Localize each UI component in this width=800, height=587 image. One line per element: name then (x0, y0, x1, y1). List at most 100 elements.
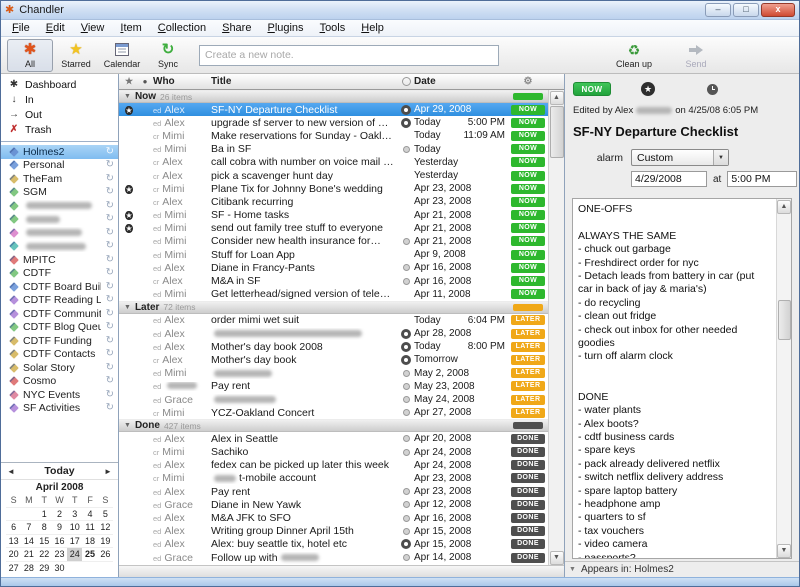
sidebar-collection-item[interactable]: ↻ (1, 213, 118, 227)
row-triage-cell[interactable]: DONE (508, 513, 548, 523)
row-triage-cell[interactable]: DONE (508, 473, 548, 483)
collection-sync-icon[interactable]: ↻ (106, 336, 114, 346)
calendar-day-cell[interactable]: 6 (6, 520, 21, 534)
table-row[interactable]: edAlexWriting group Dinner April 15thApr… (119, 525, 548, 538)
expand-triangle-icon[interactable]: ▼ (569, 566, 576, 573)
calendar-day-cell[interactable]: 4 (82, 507, 97, 521)
row-triage-cell[interactable]: NOW (508, 236, 548, 246)
row-triage-cell[interactable]: LATER (508, 395, 548, 405)
collection-sync-icon[interactable]: ↻ (106, 174, 114, 184)
calendar-day-cell[interactable]: 19 (98, 534, 113, 548)
sidebar-collection-item[interactable]: MPITC↻ (1, 253, 118, 267)
calendar-day-cell[interactable]: 25 (82, 547, 97, 561)
table-row[interactable]: ★crMimiPlane Tix for Johnny Bone's weddi… (119, 182, 548, 195)
collection-sync-icon[interactable]: ↻ (106, 160, 114, 170)
row-triage-cell[interactable]: NOW (508, 197, 548, 207)
star-column-header-icon[interactable]: ★ (119, 76, 139, 87)
notes-scroll-up-icon[interactable]: ▲ (777, 200, 791, 214)
sidebar-collection-item[interactable]: SGM↻ (1, 186, 118, 200)
menu-item-share[interactable]: Share (214, 21, 259, 35)
row-star-cell[interactable]: ★ (119, 222, 139, 234)
row-triage-cell[interactable]: NOW (508, 184, 548, 194)
menu-item-item[interactable]: Item (112, 21, 149, 35)
row-triage-cell[interactable]: LATER (508, 408, 548, 418)
row-triage-cell[interactable]: DONE (508, 447, 548, 457)
calendar-day-cell[interactable]: 7 (21, 520, 36, 534)
sidebar-collection-item[interactable]: CDTF Contacts↻ (1, 348, 118, 362)
calendar-next-icon[interactable]: ► (98, 467, 118, 476)
sidebar-collection-item[interactable]: Solar Story↻ (1, 361, 118, 375)
collection-sync-icon[interactable]: ↻ (106, 241, 114, 251)
table-row[interactable]: crMimiMake reservations for Sunday - Oak… (119, 129, 548, 142)
collection-sync-icon[interactable]: ↻ (106, 201, 114, 211)
sidebar-collection-item[interactable]: CDTF↻ (1, 267, 118, 281)
collection-sync-icon[interactable]: ↻ (106, 322, 114, 332)
item-title[interactable]: SF-NY Departure Checklist (565, 116, 799, 139)
calendar-day-cell[interactable]: 20 (6, 547, 21, 561)
notes-scrollbar[interactable]: ▲ ▼ (776, 199, 791, 558)
calendar-day-cell[interactable]: 22 (37, 547, 52, 561)
alarm-time-field[interactable] (727, 171, 797, 187)
row-triage-cell[interactable]: LATER (508, 315, 548, 325)
menu-item-file[interactable]: File (4, 21, 38, 35)
table-row[interactable]: edAlexupgrade sf server to new version o… (119, 116, 548, 129)
collection-sync-icon[interactable]: ↻ (106, 255, 114, 265)
calendar-button[interactable]: Calendar (99, 39, 145, 72)
row-triage-cell[interactable]: NOW (508, 250, 548, 260)
table-row[interactable]: edMimiConsider new health insurance forA… (119, 235, 548, 248)
sidebar-item-trash[interactable]: ✗ Trash (1, 122, 118, 137)
row-star-cell[interactable]: ★ (119, 104, 139, 116)
row-triage-cell[interactable]: NOW (508, 171, 548, 181)
collection-sync-icon[interactable]: ↻ (106, 268, 114, 278)
row-triage-cell[interactable]: LATER (508, 381, 548, 391)
calendar-day-cell[interactable]: 27 (6, 561, 21, 575)
calendar-day-cell[interactable]: 21 (21, 547, 36, 561)
calendar-day-cell[interactable]: 8 (37, 520, 52, 534)
calendar-day-cell[interactable]: 15 (37, 534, 52, 548)
table-row[interactable]: crAlexpick a scavenger hunt dayYesterday… (119, 169, 548, 182)
row-star-cell[interactable]: ★ (119, 183, 139, 195)
new-note-input[interactable] (199, 45, 499, 66)
maximize-button[interactable]: □ (733, 3, 759, 17)
row-triage-cell[interactable]: DONE (508, 553, 548, 563)
row-triage-cell[interactable]: NOW (508, 131, 548, 141)
row-triage-cell[interactable]: NOW (508, 289, 548, 299)
starred-button[interactable]: ★ Starred (53, 39, 99, 72)
sidebar-collection-item[interactable]: TheFam↻ (1, 172, 118, 186)
table-row[interactable]: ★edAlexSF-NY Departure ChecklistApr 29, … (119, 103, 548, 116)
table-row[interactable]: edMimiStuff for Loan AppApr 9, 2008NOW (119, 248, 548, 261)
calendar-day-cell[interactable]: 18 (82, 534, 97, 548)
menu-item-view[interactable]: View (73, 21, 113, 35)
row-triage-cell[interactable]: NOW (508, 210, 548, 220)
calendar-day-cell[interactable]: 11 (82, 520, 97, 534)
table-row[interactable]: crMimit-mobile accountApr 23, 2008DONE (119, 472, 548, 485)
sidebar-collection-item[interactable]: ↻ (1, 226, 118, 240)
calendar-day-cell[interactable]: 23 (52, 547, 67, 561)
sidebar-collection-item[interactable]: SF Activities↻ (1, 402, 118, 416)
scrollbar-thumb[interactable] (550, 106, 564, 158)
collection-sync-icon[interactable]: ↻ (106, 403, 114, 413)
row-triage-cell[interactable]: NOW (508, 118, 548, 128)
calendar-day-cell[interactable]: 14 (21, 534, 36, 548)
row-triage-cell[interactable]: NOW (508, 263, 548, 273)
calendar-day-cell[interactable]: 17 (67, 534, 82, 548)
table-row[interactable]: edAlexAlex: buy seattle tix, hotel etcAp… (119, 538, 548, 551)
calendar-day-cell[interactable]: 10 (67, 520, 82, 534)
sidebar-collection-item[interactable]: CDTF Community↻ (1, 307, 118, 321)
table-row[interactable]: edAlexPay rentApr 23, 2008DONE (119, 485, 548, 498)
notes-scrollbar-thumb[interactable] (778, 300, 791, 340)
table-row[interactable]: edAlexorder mimi wet suitToday6:04 PMLAT… (119, 314, 548, 327)
sidebar-item-out[interactable]: → Out (1, 107, 118, 122)
table-row[interactable]: edMimiBa in SFTodayNOW (119, 143, 548, 156)
table-row[interactable]: edMimiMay 2, 2008LATER (119, 367, 548, 380)
table-row[interactable]: edAlexDiane in Francy-PantsApr 16, 2008N… (119, 261, 548, 274)
sidebar-collection-item[interactable]: ↻ (1, 199, 118, 213)
row-triage-cell[interactable]: LATER (508, 355, 548, 365)
calendar-day-cell[interactable]: 29 (37, 561, 52, 575)
sidebar-collection-item[interactable]: ↻ (1, 240, 118, 254)
section-header-done[interactable]: ▼Done427 items (119, 419, 548, 432)
date-column-header[interactable]: Date (414, 76, 508, 87)
calendar-prev-icon[interactable]: ◄ (1, 467, 21, 476)
close-button[interactable]: x (761, 3, 795, 17)
sync-button[interactable]: ↻ Sync (145, 39, 191, 72)
